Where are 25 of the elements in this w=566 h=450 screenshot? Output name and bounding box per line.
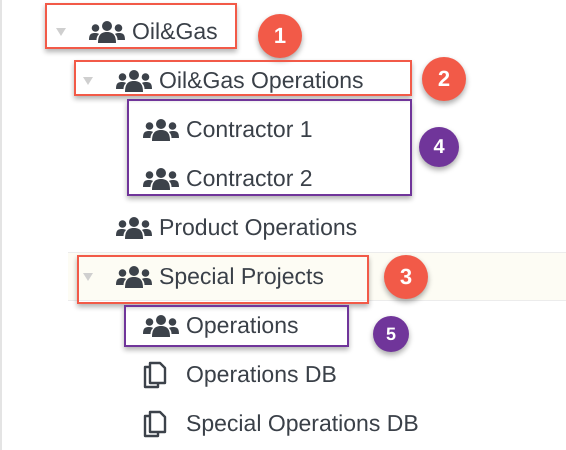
expand-arrow-icon[interactable] <box>82 76 94 86</box>
tree-item-label[interactable]: Special Operations DB <box>186 410 419 437</box>
number-badge: 5 <box>373 316 409 352</box>
documents-icon <box>143 410 167 438</box>
people-icon <box>143 166 179 190</box>
tree-item-label[interactable]: Operations DB <box>186 361 337 388</box>
tree-item-label[interactable]: Oil&Gas Operations <box>159 67 364 94</box>
people-icon <box>116 264 152 288</box>
tree-item-label[interactable]: Special Projects <box>159 263 324 290</box>
tree-item-label[interactable]: Product Operations <box>159 214 358 241</box>
documents-icon <box>143 360 167 388</box>
people-icon <box>89 20 125 44</box>
people-icon <box>143 314 179 338</box>
people-icon <box>143 118 179 142</box>
number-badge: 1 <box>258 14 302 58</box>
expand-arrow-icon[interactable] <box>55 26 67 36</box>
expand-arrow-icon[interactable] <box>82 272 94 282</box>
people-icon <box>116 68 152 92</box>
number-badge: 4 <box>419 127 459 167</box>
tree-item-label[interactable]: Oil&Gas <box>132 18 218 45</box>
number-badge: 2 <box>422 57 466 101</box>
people-icon <box>116 216 152 240</box>
tree-item-label[interactable]: Operations <box>186 312 299 339</box>
tree-item-label[interactable]: Contractor 1 <box>186 116 313 143</box>
tree-item-label[interactable]: Contractor 2 <box>186 165 313 192</box>
